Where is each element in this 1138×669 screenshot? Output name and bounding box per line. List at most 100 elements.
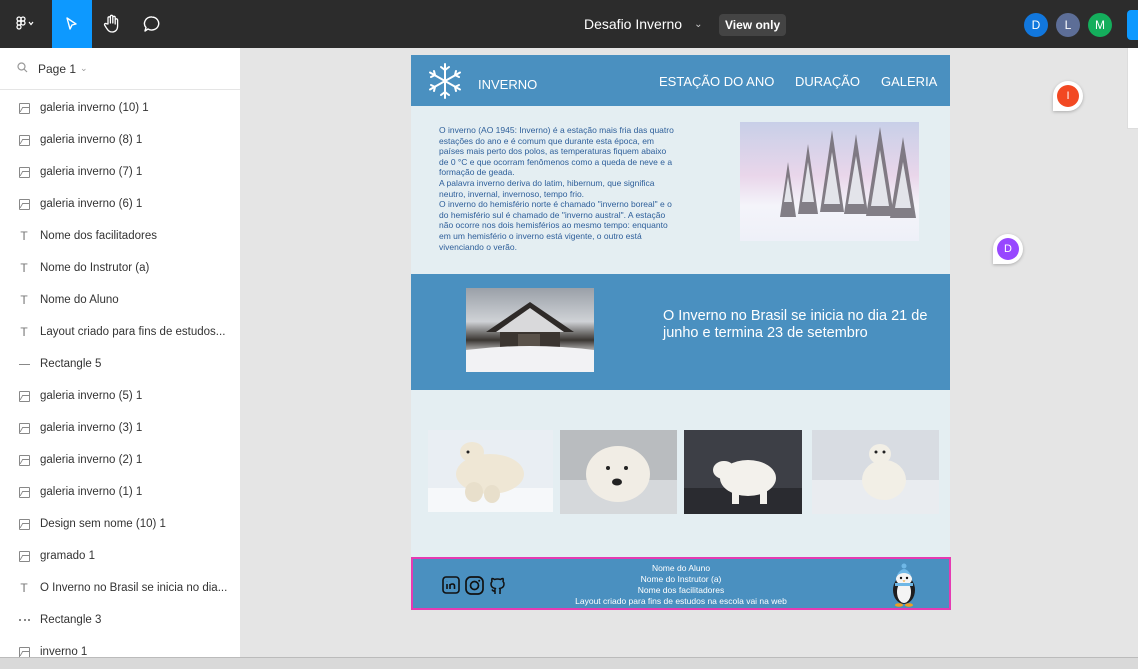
intro-line: O inverno (AO 1945: Inverno) é a estação…: [439, 125, 674, 135]
snowflake-icon: [429, 63, 461, 99]
avatar[interactable]: L: [1056, 13, 1080, 37]
intro-line: A palavra inverno deriva do latim, hiber…: [439, 177, 655, 188]
layer-label: Nome dos facilitadores: [40, 230, 157, 242]
text-icon: T: [20, 261, 28, 275]
layer-item[interactable]: galeria inverno (1) 1: [0, 476, 240, 508]
gallery-image-bear-face: [560, 430, 677, 514]
footer-credit: Layout criado para fins de estudos na es…: [575, 596, 787, 606]
layers-panel: Page 1 ⌄ galeria inverno (10) 1 galeria …: [0, 48, 241, 669]
move-tool-button[interactable]: [52, 0, 92, 48]
intro-line: estações do ano e é comum que durante es…: [439, 135, 654, 146]
image-icon: [18, 518, 30, 530]
site-footer[interactable]: Nome do Aluno Nome do Instrutor (a) Nome…: [411, 557, 951, 610]
toolbar: Desafio Inverno ⌄ View only D L M: [0, 0, 1138, 48]
share-button[interactable]: [1127, 10, 1138, 40]
layer-label: O Inverno no Brasil se inicia no dia...: [40, 582, 228, 594]
image-icon: [18, 390, 30, 402]
layer-item[interactable]: T Nome do Instrutor (a): [0, 252, 240, 284]
comment-pin[interactable]: D: [993, 234, 1023, 264]
band-text: O Inverno no Brasil se inicia no dia 21 …: [663, 308, 928, 341]
layer-label: galeria inverno (3) 1: [40, 422, 143, 434]
layer-item[interactable]: Rectangle 5: [0, 348, 240, 380]
avatar[interactable]: M: [1088, 13, 1112, 37]
layer-label: galeria inverno (10) 1: [40, 102, 149, 114]
snow-house-image: [466, 288, 594, 372]
layer-label: galeria inverno (7) 1: [40, 166, 143, 178]
layer-item[interactable]: T O Inverno no Brasil se inicia no dia...: [0, 572, 240, 604]
layer-label: Rectangle 5: [40, 358, 102, 370]
figma-logo-icon: [16, 16, 34, 30]
intro-line: do hemisfério sul é chamado de "inverno …: [439, 209, 666, 220]
main-menu-button[interactable]: [0, 0, 48, 48]
brazil-winter-band: O Inverno no Brasil se inicia no dia 21 …: [411, 274, 950, 390]
comment-pin[interactable]: I: [1053, 81, 1083, 111]
text-icon: T: [20, 293, 28, 307]
layer-item[interactable]: galeria inverno (7) 1: [0, 156, 240, 188]
intro-text: O inverno (AO 1945: Inverno) é a estação…: [439, 125, 703, 252]
layer-item[interactable]: galeria inverno (10) 1: [0, 92, 240, 124]
chevron-down-icon: ⌄: [694, 18, 703, 30]
layer-item[interactable]: Design sem nome (10) 1: [0, 508, 240, 540]
gallery-image-bear-rocks: [684, 430, 802, 514]
image-icon: [18, 454, 30, 466]
footer-student-name: Nome do Aluno: [651, 563, 711, 573]
comment-tool-button[interactable]: [132, 0, 172, 48]
layer-item[interactable]: galeria inverno (6) 1: [0, 188, 240, 220]
layer-list: galeria inverno (10) 1 galeria inverno (…: [0, 90, 240, 668]
intro-line: vivenciando o verão.: [439, 241, 517, 252]
layer-item[interactable]: galeria inverno (8) 1: [0, 124, 240, 156]
image-icon: [18, 550, 30, 562]
avatar[interactable]: D: [1024, 13, 1048, 37]
line-icon: [18, 358, 30, 370]
gallery-image-bear-family: [428, 430, 553, 512]
layer-label: Layout criado para fins de estudos...: [40, 326, 226, 338]
footer-facilitators: Nome dos facilitadores: [637, 585, 725, 595]
layer-label: galeria inverno (1) 1: [40, 486, 143, 498]
layer-label: galeria inverno (8) 1: [40, 134, 143, 146]
nav-link-estacao[interactable]: ESTAÇÃO DO ANO: [659, 74, 774, 89]
layer-item[interactable]: galeria inverno (3) 1: [0, 412, 240, 444]
gallery-image-bear-snow: [812, 430, 939, 514]
hand-tool-button[interactable]: [92, 0, 132, 48]
dashed-line-icon: [18, 614, 30, 626]
comment-pin-initial: D: [997, 238, 1019, 260]
layer-label: Design sem nome (10) 1: [40, 518, 166, 530]
comment-pin-initial: I: [1057, 85, 1079, 107]
image-icon: [18, 166, 30, 178]
layer-item[interactable]: T Nome do Aluno: [0, 284, 240, 316]
chevron-down-icon: ⌄: [80, 63, 88, 73]
snowy-forest-image: [740, 122, 919, 241]
layer-item[interactable]: T Layout criado para fins de estudos...: [0, 316, 240, 348]
page-label: Page 1: [38, 61, 77, 76]
layer-item[interactable]: galeria inverno (5) 1: [0, 380, 240, 412]
site-brand: INVERNO: [478, 77, 538, 92]
intro-line: formação de geada.: [439, 167, 515, 178]
layer-item[interactable]: galeria inverno (2) 1: [0, 444, 240, 476]
design-frame[interactable]: INVERNO ESTAÇÃO DO ANO DURAÇÃO GALERIA O…: [411, 55, 951, 610]
text-icon: T: [20, 325, 28, 339]
image-icon: [18, 422, 30, 434]
layer-item[interactable]: Rectangle 3: [0, 604, 240, 636]
layer-label: galeria inverno (2) 1: [40, 454, 143, 466]
layer-label: galeria inverno (6) 1: [40, 198, 143, 210]
page-selector[interactable]: Page 1 ⌄: [0, 48, 240, 90]
text-icon: T: [20, 229, 28, 243]
nav-link-duracao[interactable]: DURAÇÃO: [795, 74, 860, 89]
intro-line: de 0 °C e que ocorram fenômenos como a q…: [439, 156, 673, 167]
intro-line: países mais perto dos polos, as temperat…: [439, 146, 667, 157]
image-icon: [18, 134, 30, 146]
layer-label: Nome do Aluno: [40, 294, 119, 306]
view-only-badge[interactable]: View only: [719, 14, 787, 36]
cursor-arrow-icon: [66, 17, 77, 30]
layer-item[interactable]: T Nome dos facilitadores: [0, 220, 240, 252]
file-title-label: Desafio Inverno: [584, 16, 683, 32]
nav-link-galeria[interactable]: GALERIA: [881, 74, 937, 89]
layer-item[interactable]: gramado 1: [0, 540, 240, 572]
comment-icon: [143, 16, 160, 32]
layer-label: Nome do Instrutor (a): [40, 262, 150, 274]
image-icon: [18, 102, 30, 114]
intro-line: neutro, invernal, invernoso, tempo frio.: [439, 188, 585, 199]
intro-line: em um hemisfério o inverno está vigente,…: [439, 230, 642, 241]
search-icon[interactable]: [17, 61, 28, 76]
file-title[interactable]: Desafio Inverno ⌄: [584, 0, 702, 48]
